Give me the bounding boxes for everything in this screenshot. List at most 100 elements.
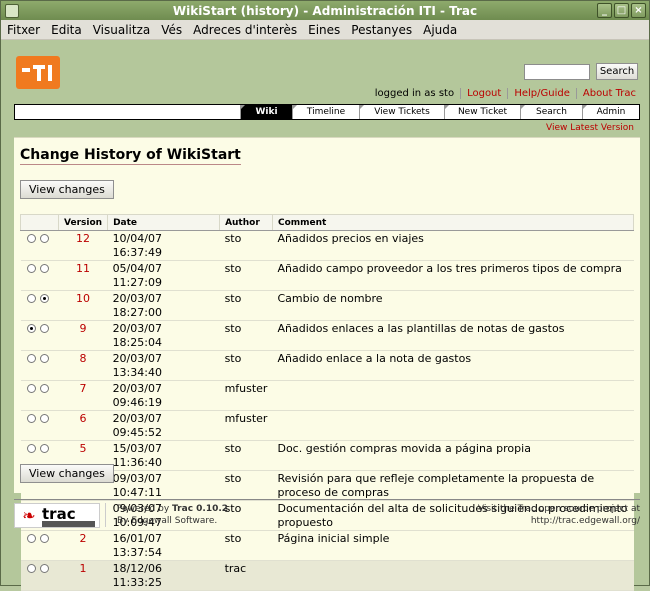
- old-version-radio[interactable]: [26, 534, 36, 543]
- minimize-button[interactable]: _: [597, 3, 612, 18]
- row-comment: Añadidos precios en viajes: [272, 230, 634, 261]
- old-version-radio[interactable]: [26, 324, 36, 333]
- new-version-radio[interactable]: [39, 384, 49, 393]
- browser-window: WikiStart (history) - Administración ITI…: [0, 0, 650, 591]
- new-version-radio[interactable]: [39, 414, 49, 423]
- tab-new-ticket[interactable]: New Ticket: [444, 105, 520, 119]
- version-link[interactable]: 10: [58, 290, 108, 321]
- history-table: Version Date Author Comment 12 10/04/07 1…: [20, 214, 635, 591]
- menu-eines[interactable]: Eines: [308, 23, 340, 37]
- row-date: 16/01/07 13:37:54: [107, 530, 220, 561]
- menu-visualitza[interactable]: Visualitza: [93, 23, 151, 37]
- row-author: sto: [219, 530, 273, 561]
- tab-timeline[interactable]: Timeline: [292, 105, 359, 119]
- row-comment: Revisión para que refleje completamente …: [272, 470, 634, 501]
- row-author: mfuster: [219, 410, 273, 441]
- row-author: sto: [219, 440, 273, 471]
- view-latest-version-link[interactable]: View Latest Version: [546, 123, 634, 133]
- row-comment: [272, 410, 634, 441]
- menu-adreces[interactable]: Adreces d'interès: [193, 23, 297, 37]
- tab-admin[interactable]: Admin: [582, 105, 639, 119]
- view-changes-button-bottom[interactable]: View changes: [20, 464, 114, 483]
- version-link[interactable]: 7: [58, 380, 108, 411]
- new-version-radio[interactable]: [39, 324, 49, 333]
- row-date: 09/03/07 10:47:11: [107, 470, 220, 501]
- col-author: Author: [219, 214, 273, 231]
- row-date: 20/03/07 09:45:52: [107, 410, 220, 441]
- version-link[interactable]: 6: [58, 410, 108, 441]
- old-version-radio[interactable]: [26, 564, 36, 573]
- row-author: sto: [219, 290, 273, 321]
- new-version-radio[interactable]: [39, 294, 49, 303]
- old-version-radio[interactable]: [26, 294, 36, 303]
- old-version-radio[interactable]: [26, 234, 36, 243]
- trac-powered-logo[interactable]: ❧ trac: [14, 503, 100, 528]
- version-link[interactable]: 12: [58, 230, 108, 261]
- trac-url-link[interactable]: http://trac.edgewall.org/: [531, 516, 640, 526]
- help-link[interactable]: Help/Guide: [507, 88, 576, 99]
- new-version-radio[interactable]: [39, 564, 49, 573]
- row-author: sto: [219, 350, 273, 381]
- search-input[interactable]: [524, 64, 590, 80]
- old-version-radio[interactable]: [26, 354, 36, 363]
- logout-link[interactable]: Logout: [460, 88, 507, 99]
- row-comment: [272, 560, 634, 591]
- about-link[interactable]: About Trac: [575, 88, 642, 99]
- menu-bar: Fitxer Edita Visualitza Vés Adreces d'in…: [1, 20, 649, 40]
- close-button[interactable]: ×: [631, 3, 646, 18]
- page-title: Change History of WikiStart: [20, 147, 241, 165]
- edgewall-link[interactable]: By Edgewall Software.: [117, 516, 217, 526]
- tab-search[interactable]: Search: [520, 105, 582, 119]
- row-date: 10/04/07 16:37:49: [107, 230, 220, 261]
- version-link[interactable]: 11: [58, 260, 108, 291]
- version-link[interactable]: 8: [58, 350, 108, 381]
- table-row: 2 16/01/07 13:37:54 sto Página inicial simp…: [20, 530, 634, 561]
- search-button[interactable]: Search: [596, 63, 638, 80]
- paw-icon: ❧: [22, 506, 36, 525]
- new-version-radio[interactable]: [39, 354, 49, 363]
- menu-ajuda[interactable]: Ajuda: [423, 23, 457, 37]
- row-comment: Añadidos enlaces a las plantillas de not…: [272, 320, 634, 351]
- row-date: 20/03/07 18:25:04: [107, 320, 220, 351]
- version-link[interactable]: 9: [58, 320, 108, 351]
- table-row: 8 20/03/07 13:34:40 sto Añadido enlace a la…: [20, 350, 634, 381]
- row-author: sto: [219, 230, 273, 261]
- new-version-radio[interactable]: [39, 234, 49, 243]
- history-rows: 12 10/04/07 16:37:49 sto Añadidos precios e…: [20, 230, 634, 591]
- view-changes-button-top[interactable]: View changes: [20, 180, 114, 199]
- menu-pestanyes[interactable]: Pestanyes: [351, 23, 412, 37]
- menu-fitxer[interactable]: Fitxer: [7, 23, 40, 37]
- col-comment: Comment: [271, 214, 635, 231]
- tab-view-tickets[interactable]: View Tickets: [359, 105, 444, 119]
- row-comment: Doc. gestión compras movida a página pro…: [272, 440, 634, 471]
- row-author: trac: [219, 560, 273, 591]
- row-date: 20/03/07 18:27:00: [107, 290, 220, 321]
- row-date: 20/03/07 13:34:40: [107, 350, 220, 381]
- version-link[interactable]: 1: [58, 560, 108, 591]
- table-row: 6 20/03/07 09:45:52 mfuster: [20, 410, 634, 441]
- row-author: sto: [219, 470, 273, 501]
- row-date: 15/03/07 11:36:40: [107, 440, 220, 471]
- row-author: mfuster: [219, 380, 273, 411]
- old-version-radio[interactable]: [26, 414, 36, 423]
- maximize-button[interactable]: □: [614, 3, 629, 18]
- row-comment: Cambio de nombre: [272, 290, 634, 321]
- new-version-radio[interactable]: [39, 444, 49, 453]
- page-content: Search logged in as sto Logout Help/Guid…: [2, 41, 648, 591]
- old-version-radio[interactable]: [26, 264, 36, 273]
- row-author: sto: [219, 260, 273, 291]
- window-controls: _ □ ×: [597, 3, 646, 18]
- powered-product-link[interactable]: Trac 0.10.2: [172, 504, 228, 514]
- meta-nav: logged in as sto Logout Help/Guide About…: [369, 88, 642, 99]
- old-version-radio[interactable]: [26, 444, 36, 453]
- trac-logo[interactable]: [16, 56, 60, 89]
- tab-wiki[interactable]: Wiki: [240, 105, 292, 119]
- old-version-radio[interactable]: [26, 384, 36, 393]
- new-version-radio[interactable]: [39, 534, 49, 543]
- new-version-radio[interactable]: [39, 264, 49, 273]
- table-row: 11 05/04/07 11:27:09 sto Añadido campo prov…: [20, 260, 634, 291]
- window-title: WikiStart (history) - Administración ITI…: [172, 3, 478, 18]
- menu-ves[interactable]: Vés: [161, 23, 182, 37]
- menu-edita[interactable]: Edita: [51, 23, 82, 37]
- version-link[interactable]: 2: [58, 530, 108, 561]
